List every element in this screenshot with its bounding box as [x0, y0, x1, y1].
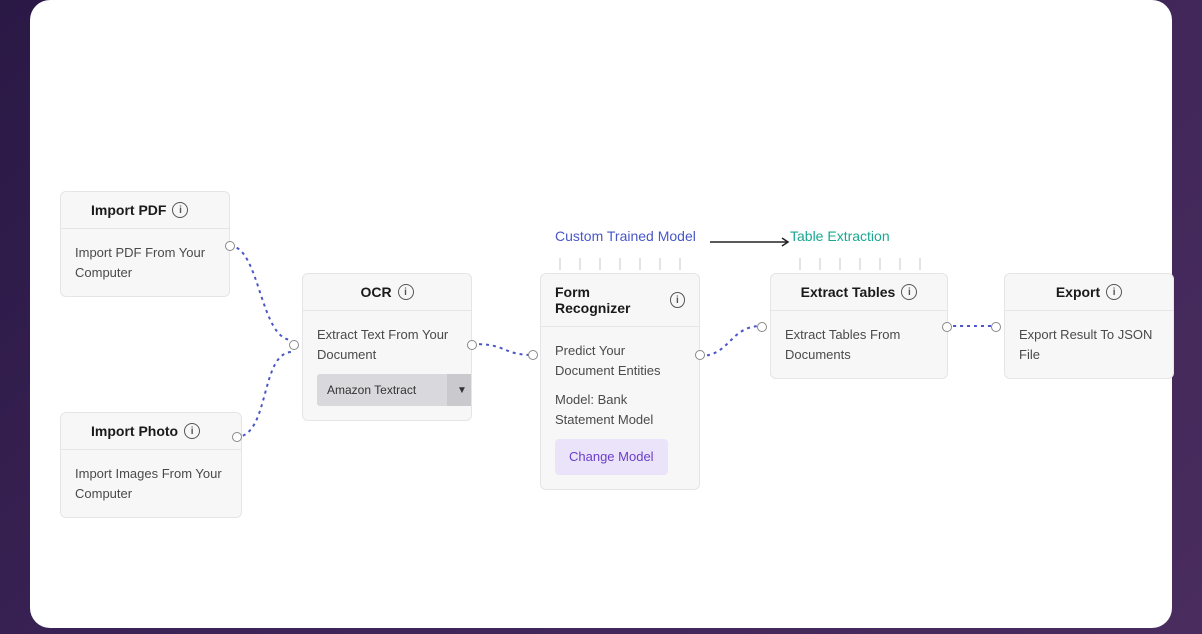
node-desc: Extract Text From Your Document: [317, 325, 457, 364]
port-form-recognizer-out[interactable]: [695, 350, 705, 360]
node-ocr[interactable]: OCR i Extract Text From Your Document Am…: [302, 273, 472, 421]
info-icon[interactable]: i: [172, 202, 188, 218]
flow-container: Custom Trained Model Table Extraction Im…: [30, 0, 1172, 628]
port-extract-tables-out[interactable]: [942, 322, 952, 332]
node-title: Extract Tables: [801, 284, 896, 300]
info-icon[interactable]: i: [901, 284, 917, 300]
node-header-form-recognizer: Form Recognizer i: [541, 274, 699, 327]
port-import-photo-out[interactable]: [232, 432, 242, 442]
node-form-recognizer[interactable]: Form Recognizer i Predict Your Document …: [540, 273, 700, 490]
ocr-engine-dropdown[interactable]: Amazon Textract ▼: [317, 374, 472, 406]
node-import-photo[interactable]: Import Photo i Import Images From Your C…: [60, 412, 242, 518]
port-ocr-in[interactable]: [289, 340, 299, 350]
port-ocr-out[interactable]: [467, 340, 477, 350]
node-export[interactable]: Export i Export Result To JSON File: [1004, 273, 1174, 379]
node-body-ocr: Extract Text From Your Document Amazon T…: [303, 311, 471, 420]
port-import-pdf-out[interactable]: [225, 241, 235, 251]
port-form-recognizer-in[interactable]: [528, 350, 538, 360]
node-desc: Export Result To JSON File: [1005, 311, 1173, 378]
node-header-import-pdf: Import PDF i: [61, 192, 229, 229]
node-desc: Import Images From Your Computer: [61, 450, 241, 517]
node-header-ocr: OCR i: [303, 274, 471, 311]
node-header-extract-tables: Extract Tables i: [771, 274, 947, 311]
node-extract-tables[interactable]: Extract Tables i Extract Tables From Doc…: [770, 273, 948, 379]
node-title: Import PDF: [91, 202, 166, 218]
change-model-button[interactable]: Change Model: [555, 439, 668, 475]
info-icon[interactable]: i: [1106, 284, 1122, 300]
label-custom-trained-model: Custom Trained Model: [555, 228, 696, 244]
label-table-extraction: Table Extraction: [790, 228, 890, 244]
node-body-form-recognizer: Predict Your Document Entities Model: Ba…: [541, 327, 699, 489]
node-header-export: Export i: [1005, 274, 1173, 311]
model-label: Model: Bank Statement Model: [555, 390, 685, 429]
node-title: OCR: [360, 284, 391, 300]
node-desc: Extract Tables From Documents: [771, 311, 947, 378]
node-desc: Import PDF From Your Computer: [61, 229, 229, 296]
node-header-import-photo: Import Photo i: [61, 413, 241, 450]
workflow-canvas: Custom Trained Model Table Extraction Im…: [30, 0, 1172, 628]
node-desc: Predict Your Document Entities: [555, 341, 685, 380]
node-import-pdf[interactable]: Import PDF i Import PDF From Your Comput…: [60, 191, 230, 297]
info-icon[interactable]: i: [184, 423, 200, 439]
chevron-down-icon: ▼: [447, 374, 472, 406]
node-title: Form Recognizer: [555, 284, 664, 316]
node-title: Export: [1056, 284, 1100, 300]
port-extract-tables-in[interactable]: [757, 322, 767, 332]
port-export-in[interactable]: [991, 322, 1001, 332]
dropdown-value: Amazon Textract: [317, 374, 447, 406]
info-icon[interactable]: i: [398, 284, 414, 300]
info-icon[interactable]: i: [670, 292, 685, 308]
node-title: Import Photo: [91, 423, 178, 439]
